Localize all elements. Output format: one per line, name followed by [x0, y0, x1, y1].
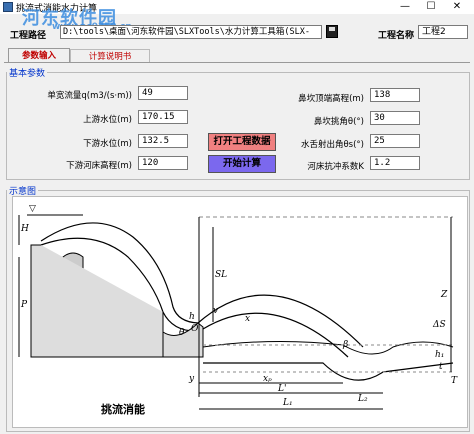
- bucket-lip-field[interactable]: 138: [370, 88, 420, 102]
- tab-param-input[interactable]: 参数输入: [8, 48, 70, 63]
- label-t: t: [439, 362, 443, 372]
- bucket-angle-field[interactable]: 30: [370, 111, 420, 125]
- label-H: H: [20, 224, 29, 234]
- app-icon: [3, 2, 13, 12]
- downstream-water-line: [202, 340, 454, 355]
- downstream-level-label: 下游水位(m): [83, 139, 132, 149]
- basic-params-legend: 基本参数: [9, 69, 46, 79]
- label-O: O: [191, 324, 199, 334]
- label-y: y: [188, 374, 195, 384]
- label-L2: L₂: [357, 394, 368, 404]
- jet-angle-label: 水舌射出角θs(°): [300, 140, 364, 150]
- downstream-level-field[interactable]: 132.5: [138, 134, 188, 148]
- label-h1: h₁: [435, 350, 444, 360]
- diagram-caption: 挑流消能: [101, 402, 145, 416]
- project-path-field[interactable]: D:\tools\桌面\河东软件园\SLXTools\水力计算工具箱(SLX-: [60, 25, 322, 39]
- label-Z: Z: [440, 290, 448, 300]
- open-project-button[interactable]: 打开工程数据: [208, 133, 276, 151]
- label-P: P: [20, 300, 28, 310]
- jet-lower-line: [202, 312, 349, 358]
- label-dS: ΔS: [432, 320, 446, 330]
- close-button[interactable]: ✕: [444, 0, 470, 14]
- upstream-level-field[interactable]: 170.15: [138, 110, 188, 124]
- save-disk-icon[interactable]: [326, 25, 338, 38]
- maximize-button[interactable]: ☐: [418, 0, 444, 14]
- label-xp: xₚ: [263, 374, 272, 384]
- scour-coef-field[interactable]: 1.2: [370, 156, 420, 170]
- label-x: x: [245, 314, 250, 324]
- diagram-svg: ▽ H P SL Z ΔS h₁ t T x y xₚ L' L₁ L₂ h θ…: [18, 204, 458, 416]
- minimize-button[interactable]: —: [392, 0, 418, 14]
- jet-upper-line: [197, 294, 364, 348]
- label-Lp: L': [277, 384, 286, 394]
- ski-jump-diagram: ▽ H P SL Z ΔS h₁ t T x y xₚ L' L₁ L₂ h θ…: [12, 196, 468, 428]
- unit-discharge-field[interactable]: 49: [138, 86, 188, 100]
- tab-divider: [4, 62, 470, 63]
- project-name-label: 工程名称: [378, 31, 415, 41]
- bucket-angle-label: 鼻坎挑角θ(°): [313, 117, 364, 127]
- tab-calc-report[interactable]: 计算说明书: [70, 49, 150, 63]
- downstream-bed-label: 下游河床高程(m): [66, 161, 132, 171]
- upstream-level-label: 上游水位(m): [83, 115, 132, 125]
- label-v: v: [213, 306, 218, 316]
- bucket-lip-label: 鼻坎顶端高程(m): [298, 94, 364, 104]
- jet-angle-field[interactable]: 25: [370, 134, 420, 148]
- project-name-field[interactable]: 工程2: [418, 25, 468, 39]
- downstream-bed-field[interactable]: 120: [138, 156, 188, 170]
- label-theta: θ: [179, 328, 185, 338]
- label-SL: SL: [215, 270, 227, 280]
- start-calc-button[interactable]: 开始计算: [208, 155, 276, 173]
- unit-discharge-label: 单宽流量q(m3/(s·m)): [47, 91, 132, 101]
- label-h: h: [189, 312, 195, 322]
- label-beta: β: [342, 340, 348, 350]
- label-T: T: [451, 376, 458, 386]
- water-level-icon: ▽: [29, 204, 36, 214]
- scour-coef-label: 河床抗冲系数K: [307, 162, 364, 172]
- path-label: 工程路径: [10, 31, 47, 41]
- label-L1: L₁: [282, 398, 293, 408]
- dam-body: [30, 244, 164, 358]
